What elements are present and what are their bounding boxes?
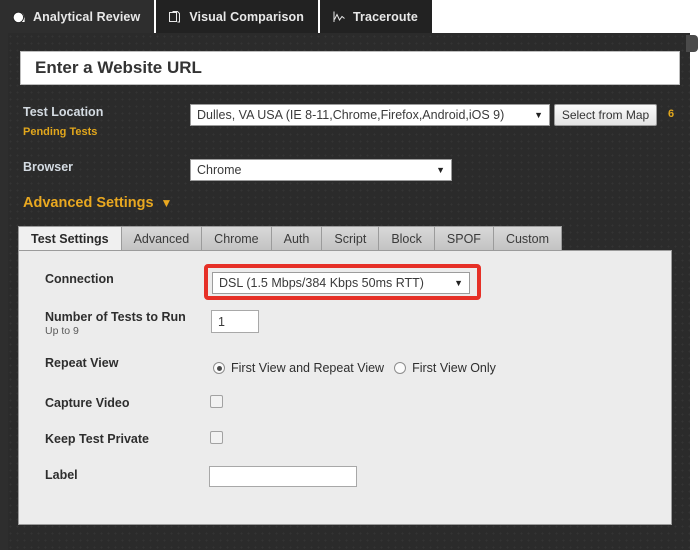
tab-test-settings-label: Test Settings bbox=[31, 232, 109, 246]
capture-video-label: Capture Video bbox=[45, 396, 130, 410]
keep-test-private-checkbox[interactable] bbox=[210, 431, 223, 444]
tab-block[interactable]: Block bbox=[379, 226, 435, 251]
connection-label: Connection bbox=[45, 272, 114, 286]
number-of-tests-sublabel: Up to 9 bbox=[45, 325, 79, 337]
left-edge-strip bbox=[0, 33, 8, 550]
chevron-down-icon: ▼ bbox=[534, 109, 543, 120]
repeat-view-option-both[interactable]: First View and Repeat View bbox=[213, 361, 384, 375]
repeat-view-label: Repeat View bbox=[45, 356, 119, 370]
tab-chrome-label: Chrome bbox=[214, 232, 259, 246]
repeat-view-option-first-only[interactable]: First View Only bbox=[394, 361, 496, 375]
main-tabstrip: Analytical Review Visual Comparison Trac… bbox=[0, 0, 700, 33]
browser-select[interactable]: Chrome ▼ bbox=[190, 159, 452, 181]
tab-analytical-review[interactable]: Analytical Review bbox=[0, 0, 157, 33]
right-edge-handle[interactable] bbox=[686, 35, 698, 52]
tab-visual-comparison-label: Visual Comparison bbox=[189, 9, 305, 24]
tab-custom[interactable]: Custom bbox=[493, 226, 563, 251]
pages-icon bbox=[168, 10, 182, 24]
label-field-label: Label bbox=[45, 468, 78, 482]
tab-script[interactable]: Script bbox=[322, 226, 380, 251]
repeat-view-option-first-only-label: First View Only bbox=[412, 361, 496, 375]
browser-label: Browser bbox=[23, 160, 74, 174]
tab-spof-label: SPOF bbox=[446, 232, 481, 246]
tab-traceroute-label: Traceroute bbox=[353, 9, 418, 24]
number-of-tests-label: Number of Tests to Run bbox=[45, 310, 186, 324]
traceroute-icon bbox=[332, 10, 346, 24]
test-location-select[interactable]: Dulles, VA USA (IE 8-11,Chrome,Firefox,A… bbox=[190, 104, 550, 126]
radio-first-view-only[interactable] bbox=[394, 362, 407, 374]
capture-video-checkbox[interactable] bbox=[210, 395, 223, 408]
label-input[interactable] bbox=[209, 466, 357, 487]
connection-select[interactable]: DSL (1.5 Mbps/384 Kbps 50ms RTT) ▼ bbox=[212, 272, 470, 294]
tab-block-label: Block bbox=[391, 232, 422, 246]
settings-tabs: Test Settings Advanced Chrome Auth Scrip… bbox=[18, 226, 563, 251]
tab-analytical-review-label: Analytical Review bbox=[33, 9, 141, 24]
test-location-label: Test Location bbox=[23, 105, 104, 119]
main-tabs: Analytical Review Visual Comparison Trac… bbox=[0, 0, 434, 33]
pie-chart-icon bbox=[12, 10, 26, 24]
website-url-input[interactable]: Enter a Website URL bbox=[20, 51, 680, 85]
select-from-map-button[interactable]: Select from Map bbox=[554, 104, 657, 126]
number-of-tests-input[interactable]: 1 bbox=[211, 310, 259, 333]
tab-chrome[interactable]: Chrome bbox=[202, 226, 272, 251]
triangle-down-icon: ▼ bbox=[160, 196, 173, 210]
tab-visual-comparison[interactable]: Visual Comparison bbox=[156, 0, 321, 33]
tab-test-settings[interactable]: Test Settings bbox=[18, 226, 122, 251]
pending-tests-count: 6 bbox=[668, 108, 675, 120]
tab-traceroute[interactable]: Traceroute bbox=[320, 0, 434, 33]
repeat-view-option-both-label: First View and Repeat View bbox=[231, 361, 385, 375]
tab-spof[interactable]: SPOF bbox=[434, 226, 494, 251]
pending-tests-label: Pending Tests bbox=[23, 126, 98, 138]
chevron-down-icon: ▼ bbox=[436, 164, 445, 175]
radio-first-and-repeat[interactable] bbox=[213, 362, 225, 374]
advanced-settings-toggle[interactable]: Advanced Settings ▼ bbox=[23, 195, 172, 211]
connection-value: DSL (1.5 Mbps/384 Kbps 50ms RTT) bbox=[219, 276, 424, 290]
app-root: Analytical Review Visual Comparison Trac… bbox=[0, 0, 700, 550]
tab-custom-label: Custom bbox=[505, 232, 550, 246]
tab-auth-label: Auth bbox=[283, 232, 310, 246]
chevron-down-icon: ▼ bbox=[454, 277, 463, 288]
keep-test-private-label: Keep Test Private bbox=[45, 432, 149, 446]
tab-auth[interactable]: Auth bbox=[271, 226, 323, 251]
tab-advanced-label: Advanced bbox=[133, 232, 190, 246]
repeat-view-radio-group: First View and Repeat View First View On… bbox=[213, 361, 496, 375]
tab-script-label: Script bbox=[334, 232, 367, 246]
browser-value: Chrome bbox=[197, 163, 242, 177]
test-location-value: Dulles, VA USA (IE 8-11,Chrome,Firefox,A… bbox=[197, 108, 505, 122]
tab-advanced[interactable]: Advanced bbox=[121, 226, 203, 251]
advanced-settings-label: Advanced Settings bbox=[23, 195, 154, 211]
